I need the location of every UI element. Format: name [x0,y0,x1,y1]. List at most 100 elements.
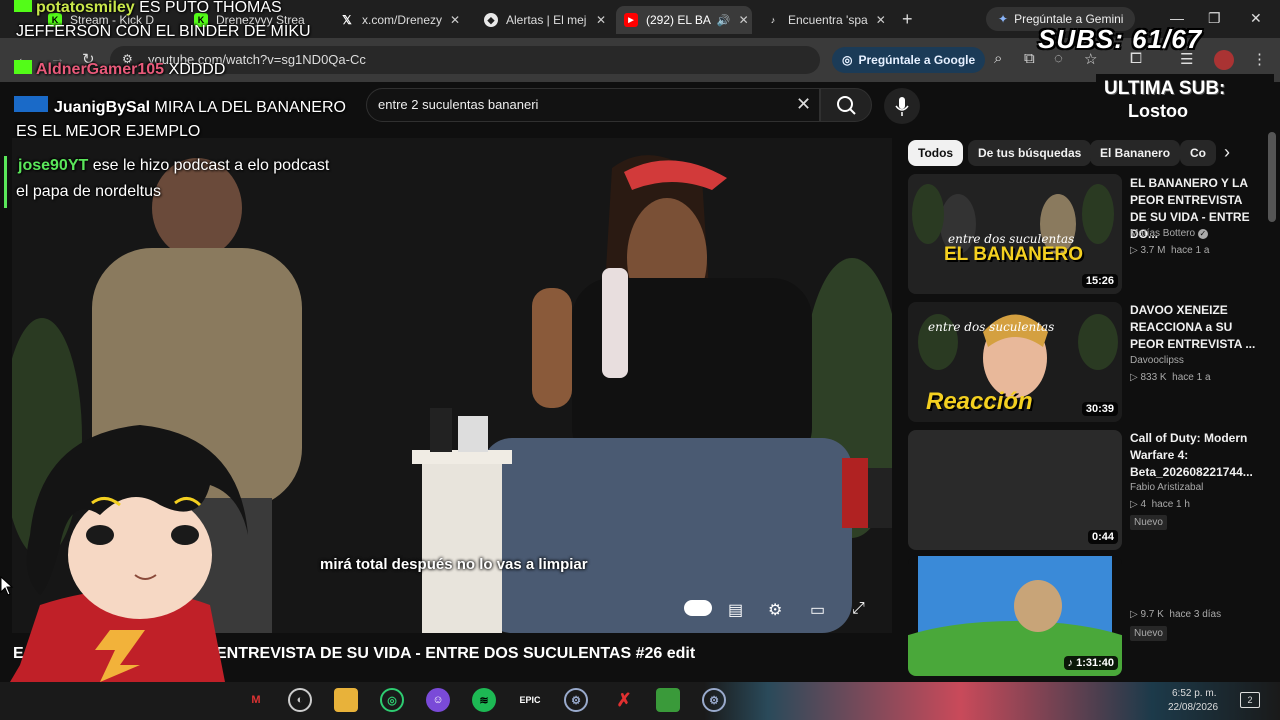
rec-meta-4: ▷ 9.7 K hace 3 días [1130,609,1221,620]
subs-counter: SUBS: 61/67 [1038,24,1203,54]
speaker-icon[interactable]: 🔊 [717,14,731,27]
maximize-icon[interactable]: ❐ [1208,10,1221,27]
views-icon: ▷ [1130,609,1141,620]
steam-icon[interactable]: ⚙ [564,688,588,712]
clock-time[interactable]: 6:52 p. m. [1172,688,1216,699]
chevron-right-icon[interactable]: › [1224,142,1230,163]
captions-icon[interactable]: ▤ [728,600,743,620]
chat-text: el papa de nordeltus [16,183,161,200]
video-subtitle: mirá total después no lo vas a limpiar [320,556,588,573]
channel-name[interactable]: Matías Bottero [1130,228,1195,239]
window-close-icon[interactable]: ✕ [1250,10,1262,27]
chip-el-bananero[interactable]: El Bananero [1090,140,1181,166]
spotify-icon[interactable]: ≋ [472,688,496,712]
youtube-icon: ▶ [624,13,638,27]
theater-mode-icon[interactable]: ▭ [810,600,825,620]
view-count: 833 K [1140,372,1167,383]
duration-badge: ♪ 1:31:40 [1063,656,1118,670]
close-icon[interactable]: ✕ [588,13,606,27]
chat-text: ES EL MEJOR EJEMPLO [16,123,201,140]
close-icon[interactable]: ✕ [442,13,460,27]
voice-search-button[interactable] [884,88,920,124]
view-count: 3.7 M [1140,245,1166,256]
rec-thumbnail-1[interactable]: entre dos suculentas EL BANANERO 15:26 [908,174,1122,294]
tab-alertas[interactable]: ◆ Alertas | El mej ✕ [476,6,614,34]
install-icon[interactable]: ⧉ [1024,50,1035,67]
epic-games-icon[interactable]: EPIC [518,688,542,712]
close-icon[interactable]: ✕ [868,13,886,27]
fullscreen-icon[interactable]: ⤢ [852,600,865,618]
mouse-cursor-icon [0,576,14,596]
discord-icon[interactable]: ☺ [426,688,450,712]
clock-date[interactable]: 22/08/2026 [1168,702,1218,713]
kick-icon [14,0,32,12]
thumbnail-text: Reacción [926,388,1033,415]
tab-label: (292) EL BA [646,13,711,27]
zoom-icon[interactable]: ⌕ [994,50,1002,67]
last-sub-label: ULTIMA SUB: [1104,78,1226,99]
tab-label: Alertas | El mej [506,13,587,27]
rec-thumbnail-4[interactable]: ♪ 1:31:40 [908,556,1122,676]
xsplit-icon[interactable]: ✗ [612,688,636,712]
chip-todos[interactable]: Todos [908,140,964,166]
profile-avatar[interactable] [1214,50,1234,70]
tab-tiktok[interactable]: ♪ Encuentra 'spa ✕ [758,6,892,34]
chip-de-tus-busquedas[interactable]: De tus búsquedas [968,140,1092,166]
minecraft-icon[interactable] [656,688,680,712]
verified-icon: ✓ [1197,229,1208,239]
new-badge: Nuevo [1130,626,1167,641]
tab-youtube-active[interactable]: ▶ (292) EL BA 🔊 ✕ [616,6,752,34]
rec-channel-2[interactable]: Davooclipss [1130,355,1184,366]
windows-taskbar [0,682,1280,720]
rec-channel-1[interactable]: Matías Bottero ✓ [1130,228,1208,239]
chat-username: potatosmiley [36,0,135,16]
view-count: 4 [1140,499,1147,510]
menu-kebab-icon[interactable]: ⋮ [1252,50,1267,68]
notification-center-icon[interactable]: 2 [1240,692,1260,708]
scrollbar-thumb[interactable] [1268,132,1276,222]
vtuber-avatar [10,425,248,682]
steam-icon-2[interactable]: ⚙ [702,688,726,712]
file-explorer-icon[interactable] [334,688,358,712]
badge-icon [14,96,48,112]
upload-age: hace 3 días [1169,609,1222,620]
chat-message: AldnerGamer105 XDDDD [14,60,225,79]
chat-text: XDDDD [168,61,226,78]
upload-age: hace 1 a [1172,372,1211,383]
close-icon[interactable]: ✕ [731,13,749,27]
tab-label: x.com/Drenezy [362,13,443,27]
gemini-icon: ✦ [998,12,1009,26]
search-input-value[interactable]: entre 2 suculentas bananeri [378,97,538,112]
app-icon-m[interactable]: M [244,688,268,712]
app-icon-circle[interactable]: ◐ [288,688,312,712]
thumbnail-subtext: entre dos suculentas [928,320,1055,334]
autoplay-toggle[interactable] [684,600,712,616]
rec-thumbnail-3[interactable]: 0:44 [908,430,1122,550]
upload-age: hace 1 a [1171,245,1210,256]
chat-username: AldnerGamer105 [36,61,165,78]
rec-title-2[interactable]: DAVOO XENEIZE REACCIONA a SU PEOR ENTREV… [1130,302,1260,353]
chat-message: ES EL MEJOR EJEMPLO [16,123,200,141]
chip-co[interactable]: Co [1180,140,1216,166]
ask-google-button[interactable]: ◎ Pregúntale a Google [832,47,986,73]
app-icon-green[interactable]: ◎ [380,688,404,712]
rec-meta-3: ▷ 4 hace 1 h [1130,499,1190,510]
chat-message: potatosmiley ES PUTO THOMAS [14,0,282,17]
rec-channel-3[interactable]: Fabio Aristizabal [1130,482,1203,493]
music-note-icon: ♪ [1067,657,1077,669]
google-lens-icon: ◎ [842,53,853,67]
last-sub-name: Lostoo [1128,101,1188,121]
chat-username: JuanigBySal [54,99,151,116]
new-tab-button[interactable]: + [902,9,913,30]
clear-search-icon[interactable]: ✕ [796,94,811,115]
video-title: ENTREVISTA DE SU VIDA - ENTRE DOS SUCULE… [216,645,696,662]
settings-gear-icon[interactable]: ⚙ [768,600,782,620]
ask-google-label: Pregúntale a Google [858,53,976,67]
search-button[interactable] [820,88,872,122]
alert-icon: ◆ [484,13,498,27]
rec-thumbnail-2[interactable]: entre dos suculentas Reacción 30:39 [908,302,1122,422]
rec-title-3[interactable]: Call of Duty: Modern Warfare 4: Beta_202… [1130,430,1260,481]
tab-x-com[interactable]: 𝕏 x.com/Drenezy ✕ [332,6,464,34]
kick-icon [14,60,32,74]
tiktok-icon: ♪ [770,15,776,25]
